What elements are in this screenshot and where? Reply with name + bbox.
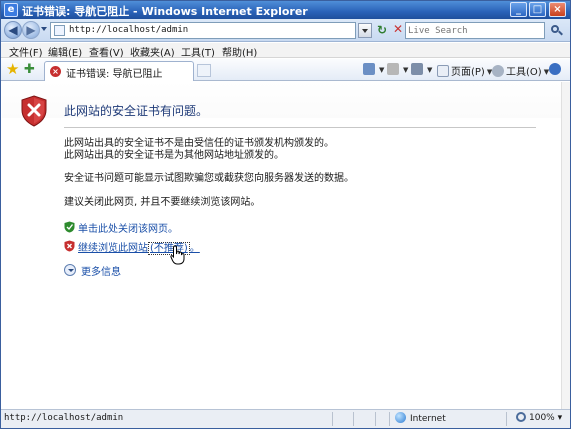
tools-menu-button[interactable]: 工具(O) ▼ bbox=[492, 63, 549, 78]
status-text: http://localhost/admin bbox=[4, 413, 124, 423]
menu-bar: 文件(F) 编辑(E) 查看(V) 收藏夹(A) 工具(T) 帮助(H) bbox=[1, 43, 570, 59]
print-button[interactable]: ▼ bbox=[411, 63, 432, 76]
menu-favorites[interactable]: 收藏夹(A) bbox=[130, 44, 175, 59]
feeds-button[interactable]: ▼ bbox=[387, 63, 408, 76]
page-title: 此网站的安全证书有问题。 bbox=[64, 104, 209, 118]
shield-error-icon: × bbox=[50, 66, 61, 77]
red-shield-icon bbox=[64, 240, 75, 252]
home-icon bbox=[363, 63, 375, 75]
status-separator bbox=[389, 412, 390, 426]
browser-window: e 证书错误: 导航已阻止 - Windows Internet Explore… bbox=[0, 0, 571, 429]
help-button[interactable] bbox=[549, 63, 563, 76]
menu-tools[interactable]: 工具(T) bbox=[181, 44, 215, 59]
gear-icon bbox=[492, 65, 504, 77]
shield-error-icon bbox=[21, 95, 47, 127]
heading-divider bbox=[64, 127, 536, 128]
feeds-icon bbox=[387, 63, 399, 75]
forward-button[interactable]: ▶ bbox=[22, 21, 40, 39]
expand-chevron-icon[interactable] bbox=[64, 264, 76, 276]
search-input[interactable] bbox=[408, 24, 542, 37]
security-warning-text: 安全证书问题可能显示试图欺骗您或截获您向服务器发送的数据。 bbox=[64, 173, 354, 184]
search-box[interactable] bbox=[405, 22, 545, 39]
status-separator bbox=[375, 412, 376, 426]
globe-icon bbox=[395, 412, 406, 423]
refresh-icon[interactable]: ↻ bbox=[375, 23, 389, 38]
home-button[interactable]: ▼ bbox=[363, 63, 384, 76]
status-separator bbox=[506, 412, 507, 426]
title-bar: e 证书错误: 导航已阻止 - Windows Internet Explore… bbox=[1, 1, 570, 19]
close-page-link[interactable]: 单击此处关闭该网页。 bbox=[78, 220, 178, 235]
zoom-level: 100% bbox=[529, 413, 555, 423]
minimize-button[interactable]: _ bbox=[510, 2, 527, 17]
cert-issue-line-1: 此网站出具的安全证书不是由受信任的证书颁发机构颁发的。 bbox=[64, 138, 334, 149]
page-icon bbox=[437, 65, 449, 77]
add-favorites-icon[interactable]: ✚ bbox=[24, 62, 35, 77]
tools-menu-label: 工具(O) bbox=[506, 67, 542, 78]
green-shield-icon bbox=[64, 221, 75, 233]
maximize-button[interactable]: □ bbox=[529, 2, 546, 17]
tab-label: 证书错误: 导航已阻止 bbox=[66, 69, 163, 80]
status-bar: http://localhost/admin Internet 100% ▾ bbox=[1, 409, 570, 428]
menu-file[interactable]: 文件(F) bbox=[9, 44, 43, 59]
tab-certificate-error[interactable]: × 证书错误: 导航已阻止 bbox=[44, 61, 194, 81]
security-zone[interactable]: Internet bbox=[395, 412, 446, 424]
close-button[interactable]: × bbox=[549, 2, 566, 17]
history-dropdown-icon[interactable] bbox=[41, 27, 47, 31]
address-field[interactable]: http://localhost/admin bbox=[50, 22, 356, 39]
page-icon bbox=[54, 25, 65, 36]
new-tab-button[interactable] bbox=[197, 64, 211, 77]
stop-icon[interactable]: ✕ bbox=[391, 22, 405, 37]
vertical-scrollbar[interactable] bbox=[561, 82, 570, 409]
continue-link-end: 。 bbox=[189, 243, 200, 254]
command-bar: ★ ✚ × 证书错误: 导航已阻止 ▼ ▼ ▼ 页面(P) ▼ 工具(O) ▼ bbox=[1, 59, 570, 81]
recommendation-text: 建议关闭此网页, 并且不要继续浏览该网站。 bbox=[64, 197, 261, 208]
favorites-star-icon[interactable]: ★ bbox=[6, 61, 19, 77]
continue-link-text: 继续浏览此网站 bbox=[78, 243, 148, 254]
page-menu-button[interactable]: 页面(P) ▼ bbox=[437, 63, 492, 78]
status-separator bbox=[353, 412, 354, 426]
window-title: 证书错误: 导航已阻止 - Windows Internet Explorer bbox=[22, 5, 308, 18]
ie-logo-icon: e bbox=[4, 3, 18, 17]
hand-cursor-icon bbox=[170, 245, 185, 265]
menu-view[interactable]: 查看(V) bbox=[89, 44, 124, 59]
zone-label: Internet bbox=[410, 414, 446, 424]
menu-edit[interactable]: 编辑(E) bbox=[48, 44, 82, 59]
search-icon[interactable] bbox=[548, 22, 564, 39]
address-url: http://localhost/admin bbox=[69, 25, 189, 35]
address-toolbar: ◀ ▶ http://localhost/admin ↻ ✕ bbox=[1, 19, 570, 42]
cert-issue-line-2: 此网站出具的安全证书是为其他网站地址颁发的。 bbox=[64, 150, 284, 161]
status-separator bbox=[332, 412, 333, 426]
zoom-icon bbox=[516, 412, 526, 422]
help-icon bbox=[549, 63, 561, 75]
more-info-link[interactable]: 更多信息 bbox=[81, 263, 121, 278]
page-content: 此网站的安全证书有问题。 此网站出具的安全证书不是由受信任的证书颁发机构颁发的。… bbox=[2, 82, 561, 409]
address-dropdown-button[interactable] bbox=[358, 23, 372, 38]
zoom-control[interactable]: 100% ▾ bbox=[516, 412, 562, 423]
print-icon bbox=[411, 63, 423, 75]
back-button[interactable]: ◀ bbox=[4, 21, 22, 39]
page-menu-label: 页面(P) bbox=[451, 67, 485, 78]
menu-help[interactable]: 帮助(H) bbox=[222, 44, 257, 59]
